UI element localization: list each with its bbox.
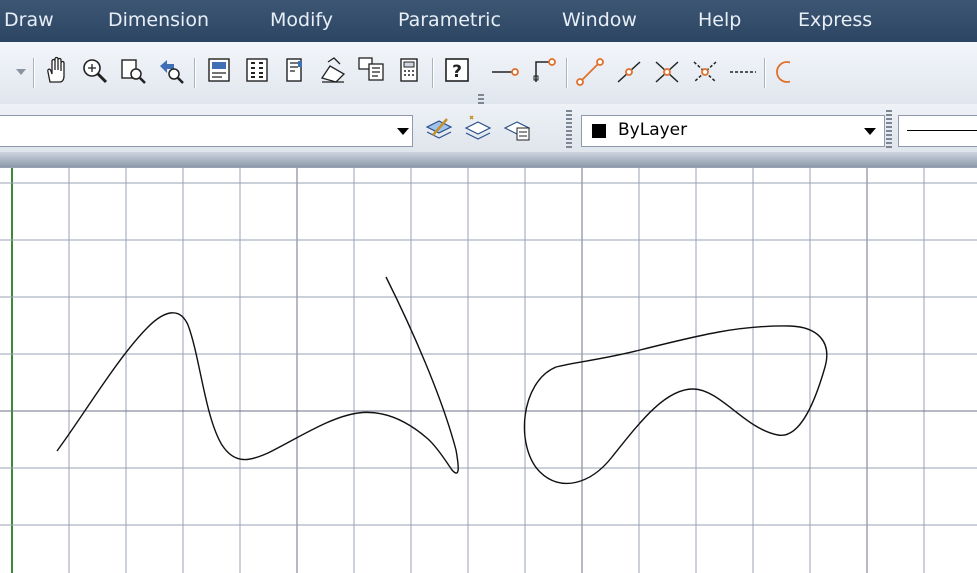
layer-previous-icon[interactable] [499, 111, 533, 147]
menu-help[interactable]: Help [698, 9, 741, 31]
zoom-window-icon[interactable] [116, 52, 150, 88]
toolbar-grip[interactable] [886, 110, 892, 148]
menu-window[interactable]: Window [562, 9, 637, 31]
linetype-preview [907, 130, 977, 131]
calculator-icon[interactable] [392, 52, 426, 88]
pan-icon[interactable] [40, 52, 74, 88]
snap-extension-icon[interactable] [726, 52, 760, 88]
svg-text:?: ? [452, 62, 462, 82]
layer-properties-icon[interactable] [421, 111, 455, 147]
properties-icon[interactable] [202, 52, 236, 88]
toolbar-separator [33, 58, 35, 88]
menu-modify[interactable]: Modify [270, 9, 333, 31]
snap-midpoint-icon[interactable] [612, 52, 646, 88]
menu-bar: Draw Dimension Modify Parametric Window … [0, 0, 977, 42]
toolbar-separator [194, 58, 196, 88]
line-icon[interactable] [574, 52, 608, 88]
snap-endpoint-icon[interactable] [488, 52, 522, 88]
linetype-combo[interactable] [898, 115, 977, 147]
freehand-spline-1[interactable] [56, 276, 459, 474]
menu-parametric[interactable]: Parametric [398, 9, 501, 31]
drawing-area[interactable] [0, 167, 977, 573]
toolbar-separator [566, 58, 568, 88]
color-swatch [592, 124, 606, 138]
snap-apparent-icon[interactable] [688, 52, 722, 88]
snap-perpendicular-icon[interactable] [526, 52, 560, 88]
snap-intersection-icon[interactable] [650, 52, 684, 88]
drawing-canvas[interactable] [0, 167, 977, 573]
color-combo[interactable]: ByLayer [581, 115, 885, 147]
toolbar-separator [432, 58, 434, 88]
help-icon[interactable]: ? [440, 52, 474, 88]
tool-palettes-icon[interactable] [278, 52, 312, 88]
zoom-realtime-icon[interactable] [78, 52, 112, 88]
zoom-previous-icon[interactable] [154, 52, 188, 88]
standard-toolbar: ? [0, 42, 977, 136]
toolbar-separator [764, 58, 766, 88]
drawing-grid [0, 167, 977, 573]
menu-express[interactable]: Express [798, 9, 872, 31]
freehand-spline-2[interactable] [523, 325, 828, 485]
layer-combo[interactable] [0, 115, 413, 147]
markup-icon[interactable] [316, 52, 350, 88]
toolbar-bottom-strip [0, 152, 977, 167]
chevron-down-icon[interactable] [397, 128, 409, 135]
toolbar-grip[interactable] [566, 110, 572, 148]
sheet-set-icon[interactable] [354, 52, 388, 88]
dropdown-arrow-icon[interactable] [4, 52, 30, 88]
circle-icon[interactable] [770, 52, 790, 88]
menu-draw[interactable]: Draw [4, 9, 54, 31]
design-center-icon[interactable] [240, 52, 274, 88]
chevron-down-icon[interactable] [864, 128, 876, 135]
color-combo-value: ByLayer [618, 120, 688, 140]
menu-dimension[interactable]: Dimension [108, 9, 209, 31]
make-current-layer-icon[interactable] [460, 111, 494, 147]
